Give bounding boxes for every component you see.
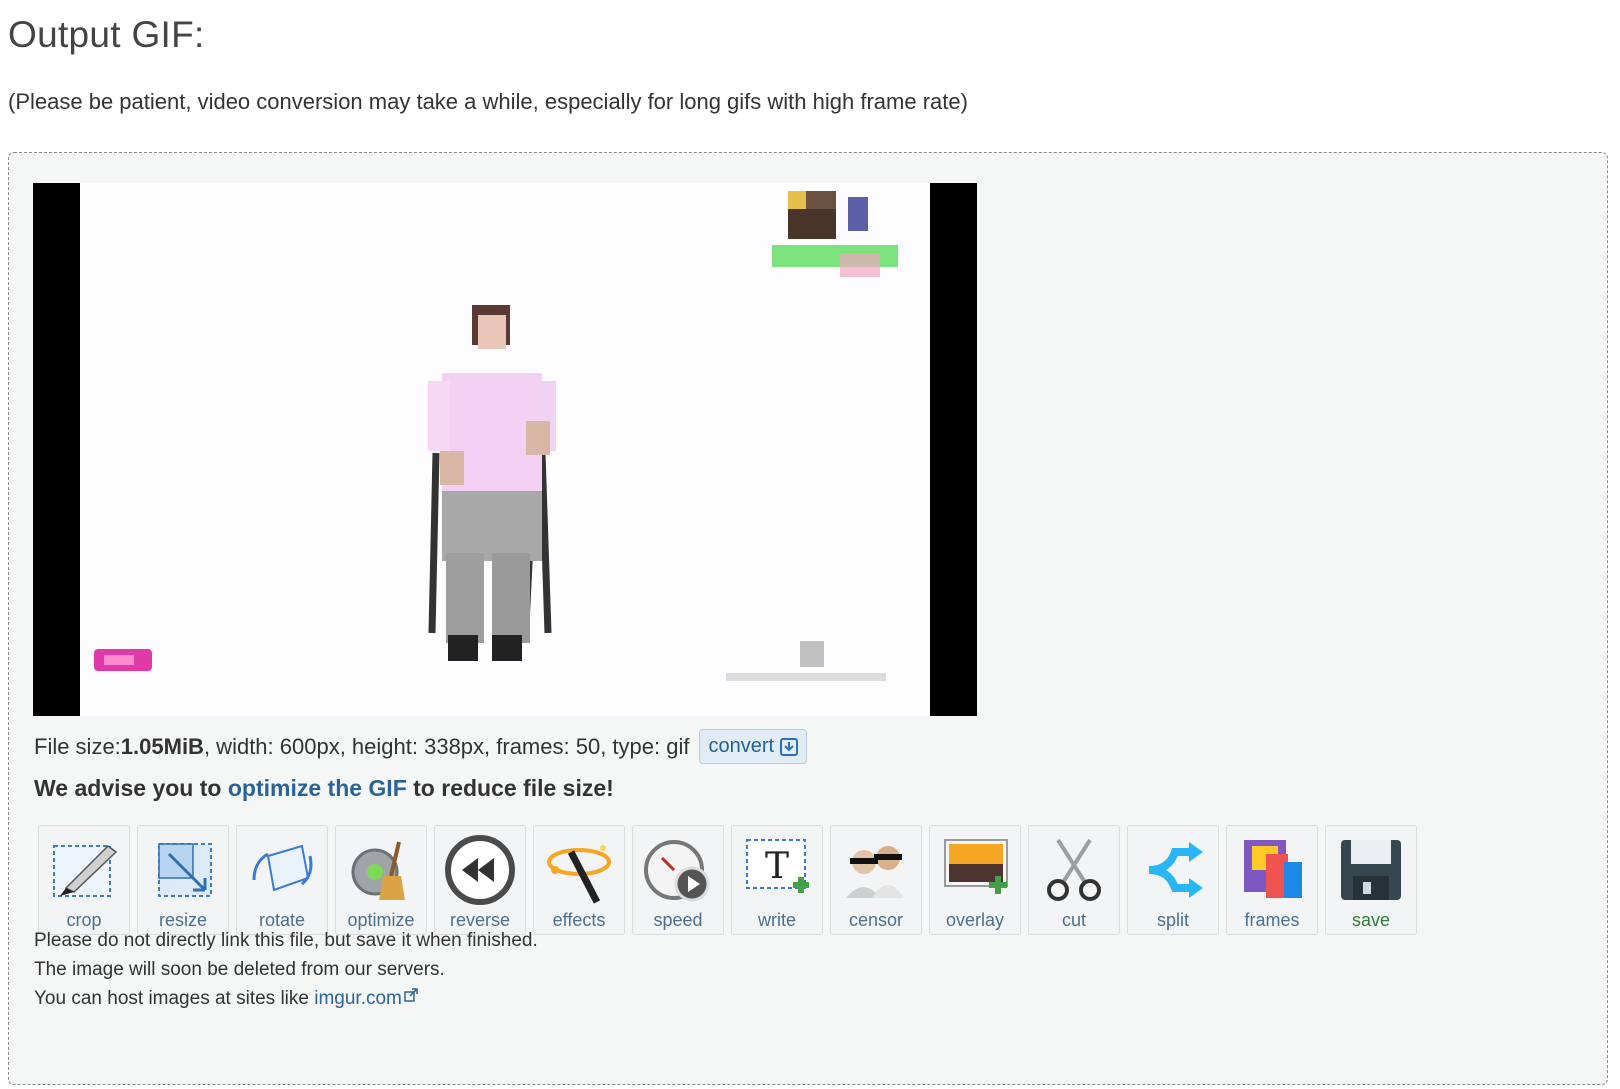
tool-label: frames bbox=[1244, 910, 1300, 930]
optimize-icon bbox=[351, 841, 405, 900]
tool-censor[interactable]: censor bbox=[830, 825, 922, 935]
page-title: Output GIF: bbox=[8, 14, 205, 55]
tool-label: split bbox=[1156, 910, 1189, 930]
optimize-advice: We advise you to optimize the GIF to red… bbox=[34, 775, 614, 802]
tool-effects[interactable]: effects bbox=[533, 825, 625, 935]
tool-save[interactable]: save bbox=[1325, 825, 1417, 935]
file-info: File size: 1.05MiB , width: 600px, heigh… bbox=[34, 729, 808, 764]
crop-icon bbox=[53, 845, 118, 897]
tool-label: speed bbox=[653, 910, 703, 930]
notice-line-2: The image will soon be deleted from our … bbox=[34, 959, 445, 980]
speed-icon bbox=[644, 840, 710, 902]
file-details: , width: 600px, height: 338px, frames: 5… bbox=[203, 733, 690, 759]
rotate-icon bbox=[252, 844, 313, 892]
svg-text:T: T bbox=[765, 846, 789, 887]
optimize-link[interactable]: optimize the GIF bbox=[228, 775, 407, 801]
notice-line-3-text: You can host images at sites like bbox=[34, 988, 315, 1009]
save-icon bbox=[1341, 840, 1401, 900]
tool-crop[interactable]: crop bbox=[38, 825, 130, 935]
tool-label: effects bbox=[552, 910, 606, 930]
convert-button[interactable]: convert bbox=[699, 729, 808, 764]
effects-icon bbox=[547, 845, 611, 904]
file-size-value: 1.05MiB bbox=[120, 733, 204, 759]
notice-line-3: You can host images at sites like imgur.… bbox=[34, 984, 538, 1013]
download-arrow-icon bbox=[780, 737, 799, 756]
tool-frames[interactable]: frames bbox=[1226, 825, 1318, 935]
reverse-icon bbox=[445, 835, 515, 905]
save-notice: Please do not directly link this file, b… bbox=[34, 926, 538, 1013]
tool-split[interactable]: split bbox=[1127, 825, 1219, 935]
output-panel: File size: 1.05MiB , width: 600px, heigh… bbox=[8, 152, 1608, 1085]
imgur-link[interactable]: imgur.com bbox=[314, 988, 402, 1009]
convert-label: convert bbox=[708, 735, 775, 757]
tool-bar: crop resize rotate optimize reverse effe… bbox=[38, 825, 1417, 935]
tool-label: overlay bbox=[945, 910, 1005, 930]
tool-speed[interactable]: speed bbox=[632, 825, 724, 935]
tool-cut[interactable]: cut bbox=[1028, 825, 1120, 935]
tool-rotate[interactable]: rotate bbox=[236, 825, 328, 935]
advice-prefix: We advise you to bbox=[34, 775, 228, 801]
tool-label: save bbox=[1351, 910, 1391, 930]
overlay-icon bbox=[944, 839, 1008, 894]
tool-label: censor bbox=[848, 910, 904, 930]
tool-write[interactable]: T write bbox=[731, 825, 823, 935]
cut-icon bbox=[1047, 838, 1101, 901]
gif-frame bbox=[80, 183, 930, 716]
notice-line-1: Please do not directly link this file, b… bbox=[34, 930, 538, 951]
tool-overlay[interactable]: overlay bbox=[929, 825, 1021, 935]
gif-preview bbox=[33, 183, 977, 716]
tool-label: write bbox=[757, 910, 796, 930]
frames-icon bbox=[1244, 840, 1302, 898]
write-icon: T bbox=[746, 839, 809, 893]
split-icon bbox=[1148, 842, 1203, 898]
censor-icon bbox=[846, 846, 904, 898]
advice-suffix: to reduce file size! bbox=[406, 775, 614, 801]
tool-label: cut bbox=[1061, 910, 1086, 930]
conversion-note: (Please be patient, video conversion may… bbox=[8, 89, 968, 114]
file-size-label: File size: bbox=[34, 733, 121, 759]
tool-optimize[interactable]: optimize bbox=[335, 825, 427, 935]
external-link-icon bbox=[404, 988, 418, 1002]
tool-resize[interactable]: resize bbox=[137, 825, 229, 935]
resize-icon bbox=[158, 843, 212, 897]
gif-image bbox=[94, 191, 898, 681]
tool-reverse[interactable]: reverse bbox=[434, 825, 526, 935]
